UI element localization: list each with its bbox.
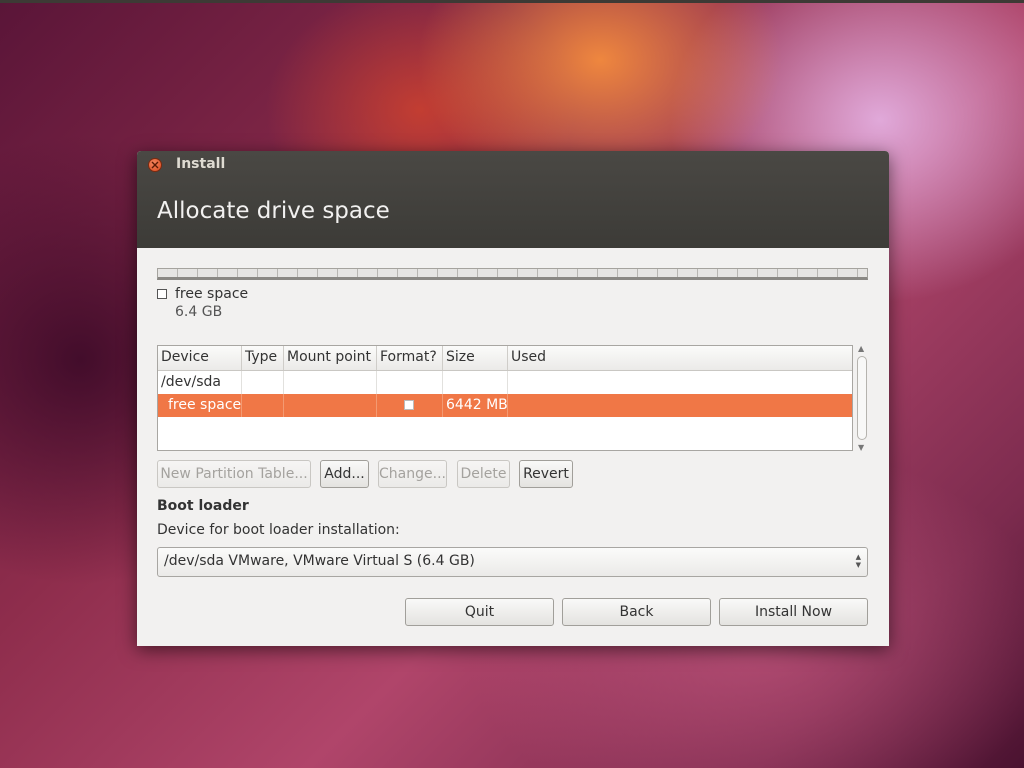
cell-used: [508, 394, 852, 417]
cell-size: [443, 371, 508, 394]
cell-format: [377, 371, 443, 394]
column-header-mount-point[interactable]: Mount point: [284, 346, 377, 370]
page-title: Allocate drive space: [157, 198, 390, 224]
cell-format: [377, 394, 443, 417]
cell-device: /dev/sda: [158, 371, 242, 394]
boot-loader-select-value: /dev/sda VMware, VMware Virtual S (6.4 G…: [164, 553, 475, 569]
quit-button[interactable]: Quit: [405, 598, 554, 626]
boot-loader-heading: Boot loader: [157, 498, 249, 514]
top-panel-strip: [0, 0, 1024, 3]
partition-legend-swatch: [157, 289, 167, 299]
table-header: Device Type Mount point Format? Size Use…: [158, 346, 852, 371]
partition-legend-label: free space: [175, 286, 249, 302]
cell-used: [508, 371, 852, 394]
column-header-type[interactable]: Type: [242, 346, 284, 370]
revert-button[interactable]: Revert: [519, 460, 573, 488]
cell-mount-point: [284, 371, 377, 394]
format-checkbox[interactable]: [404, 400, 414, 410]
scroll-down-icon[interactable]: ▼: [858, 443, 864, 452]
window-titlebar: Install Allocate drive space: [137, 151, 889, 248]
cell-mount-point: [284, 394, 377, 417]
scroll-up-icon[interactable]: ▲: [858, 344, 864, 353]
cell-device: free space: [158, 394, 242, 417]
window-title: Install: [176, 156, 226, 172]
updown-arrows-icon: ▲ ▼: [855, 553, 861, 569]
table-row[interactable]: /dev/sda: [158, 371, 852, 394]
add-button[interactable]: Add...: [320, 460, 369, 488]
table-scrollbar[interactable]: ▲ ▼: [856, 344, 868, 452]
partition-legend-size: 6.4 GB: [175, 304, 223, 320]
column-header-format[interactable]: Format?: [377, 346, 443, 370]
cell-size: 6442 MB: [443, 394, 508, 417]
close-icon: [151, 161, 159, 169]
column-header-used[interactable]: Used: [508, 346, 852, 370]
install-window: Install Allocate drive space free space …: [137, 151, 889, 646]
scrollbar-track[interactable]: [857, 356, 867, 440]
table-row-selected[interactable]: free space 6442 MB: [158, 394, 852, 417]
partition-bar: [157, 268, 868, 280]
close-button[interactable]: [148, 158, 162, 172]
boot-loader-label: Device for boot loader installation:: [157, 522, 400, 538]
install-now-button[interactable]: Install Now: [719, 598, 868, 626]
back-button[interactable]: Back: [562, 598, 711, 626]
column-header-size[interactable]: Size: [443, 346, 508, 370]
column-header-device[interactable]: Device: [158, 346, 242, 370]
delete-button[interactable]: Delete: [457, 460, 510, 488]
boot-loader-select[interactable]: /dev/sda VMware, VMware Virtual S (6.4 G…: [157, 547, 868, 577]
cell-type: [242, 394, 284, 417]
new-partition-table-button[interactable]: New Partition Table...: [157, 460, 311, 488]
change-button[interactable]: Change...: [378, 460, 447, 488]
window-content: free space 6.4 GB Device Type Mount poin…: [137, 248, 889, 646]
partition-table: Device Type Mount point Format? Size Use…: [157, 345, 853, 451]
cell-type: [242, 371, 284, 394]
